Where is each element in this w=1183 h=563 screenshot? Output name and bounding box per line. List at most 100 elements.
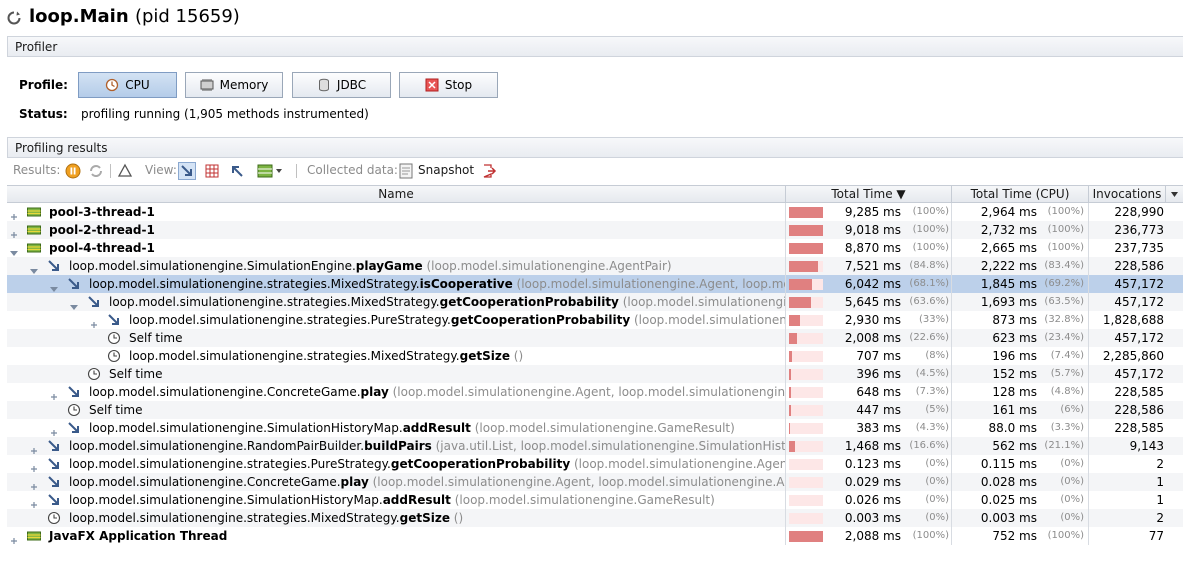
table-row[interactable]: Self time 2,008 ms (22.6%) 623 ms (23.4%) 457… bbox=[7, 329, 1183, 347]
time-bar-fill bbox=[789, 207, 823, 218]
table-row[interactable]: loop.model.simulationengine.strategies.M… bbox=[7, 509, 1183, 527]
time-bar bbox=[789, 315, 823, 326]
node-label: loop.model.simulationengine.SimulationHi… bbox=[69, 493, 715, 507]
table-row[interactable]: pool-3-thread-1 9,285 ms (100%) 2,964 ms (10… bbox=[7, 203, 1183, 221]
memory-chip-icon bbox=[200, 79, 214, 91]
total-time-value: 0.003 ms bbox=[844, 511, 901, 525]
column-header-total-time[interactable]: Total Time ▼ bbox=[786, 186, 952, 203]
expand-toggle-icon[interactable] bbox=[30, 479, 38, 490]
cpu-time-value: 0.028 ms bbox=[980, 475, 1037, 489]
table-row[interactable]: loop.model.simulationengine.strategies.M… bbox=[7, 293, 1183, 311]
node-method: isCooperative bbox=[419, 277, 513, 291]
column-header-name[interactable]: Name bbox=[7, 186, 786, 203]
node-args: () bbox=[509, 349, 524, 363]
pause-icon[interactable] bbox=[64, 162, 82, 180]
delta-icon[interactable] bbox=[116, 162, 134, 180]
table-row[interactable]: loop.model.simulationengine.SimulationEn… bbox=[7, 257, 1183, 275]
column-chooser-icon[interactable] bbox=[256, 162, 286, 180]
node-label: Self time bbox=[109, 367, 162, 381]
node-name: loop.model.simulationengine.RandomPairBu… bbox=[69, 439, 365, 453]
clock-icon bbox=[107, 349, 121, 363]
expand-toggle-icon[interactable] bbox=[30, 461, 38, 472]
name-cell: pool-4-thread-1 bbox=[7, 239, 785, 257]
cpu-time-percent: (4.8%) bbox=[1050, 386, 1084, 397]
node-name: loop.model.simulationengine.strategies.M… bbox=[69, 511, 400, 525]
time-bar bbox=[789, 333, 823, 344]
name-cell: loop.model.simulationengine.ConcreteGame… bbox=[7, 383, 785, 401]
cpu-time-percent: (21.1%) bbox=[1044, 440, 1084, 451]
profiling-results-header: Profiling results bbox=[7, 137, 1183, 158]
memory-button[interactable]: Memory bbox=[185, 72, 283, 98]
collapse-toggle-icon[interactable] bbox=[30, 263, 38, 274]
table-row[interactable]: loop.model.simulationengine.strategies.P… bbox=[7, 311, 1183, 329]
node-method: getCooperationProbability bbox=[450, 313, 631, 327]
total-time-percent: (4.5%) bbox=[915, 368, 949, 379]
expand-toggle-icon[interactable] bbox=[10, 533, 18, 544]
collapse-toggle-icon[interactable] bbox=[10, 245, 18, 256]
column-header-invocations[interactable]: Invocations bbox=[1089, 186, 1166, 203]
time-bar-fill bbox=[789, 405, 791, 416]
expand-toggle-icon[interactable] bbox=[10, 209, 18, 220]
method-icon bbox=[47, 457, 61, 471]
node-label: loop.model.simulationengine.strategies.M… bbox=[129, 349, 523, 363]
export-icon[interactable] bbox=[481, 162, 499, 180]
node-label: loop.model.simulationengine.strategies.P… bbox=[69, 457, 785, 471]
table-row[interactable]: loop.model.simulationengine.ConcreteGame… bbox=[7, 473, 1183, 491]
refresh-results-icon[interactable] bbox=[87, 162, 105, 180]
expand-toggle-icon[interactable] bbox=[50, 425, 58, 436]
cpu-button-label: CPU bbox=[125, 78, 150, 92]
jdbc-button[interactable]: JDBC bbox=[292, 72, 391, 98]
method-icon bbox=[67, 421, 81, 435]
node-args: (loop.model.simulationengine.Agent, loop… bbox=[388, 385, 785, 399]
time-bar-fill bbox=[789, 531, 823, 542]
cpu-time-percent: (0%) bbox=[1060, 476, 1084, 487]
cpu-button[interactable]: CPU bbox=[78, 72, 177, 98]
table-row[interactable]: loop.model.simulationengine.strategies.P… bbox=[7, 455, 1183, 473]
total-time-value: 9,018 ms bbox=[844, 223, 901, 237]
expand-toggle-icon[interactable] bbox=[30, 443, 38, 454]
node-args: (loop.model.simulationengine.A bbox=[633, 313, 785, 327]
table-row[interactable]: loop.model.simulationengine.SimulationHi… bbox=[7, 491, 1183, 509]
time-bar bbox=[789, 387, 823, 398]
table-row[interactable]: pool-2-thread-1 9,018 ms (100%) 2,732 ms (10… bbox=[7, 221, 1183, 239]
time-bar-fill bbox=[789, 243, 823, 254]
total-time-value: 2,008 ms bbox=[844, 331, 901, 345]
name-cell: loop.model.simulationengine.SimulationEn… bbox=[7, 257, 785, 275]
table-row[interactable]: loop.model.simulationengine.ConcreteGame… bbox=[7, 383, 1183, 401]
column-menu-button[interactable] bbox=[1166, 186, 1183, 203]
collapse-toggle-icon[interactable] bbox=[50, 281, 58, 292]
table-row[interactable]: loop.model.simulationengine.SimulationHi… bbox=[7, 419, 1183, 437]
node-label: pool-4-thread-1 bbox=[49, 241, 155, 255]
node-method: getCooperationProbability bbox=[439, 295, 619, 309]
table-row[interactable]: Self time 396 ms (4.5%) 152 ms (5.7%) 457,172 bbox=[7, 365, 1183, 383]
clock-icon bbox=[107, 331, 121, 345]
snapshot-icon[interactable] bbox=[397, 162, 415, 180]
table-row[interactable]: Self time 447 ms (5%) 161 ms (6%) 228,586 bbox=[7, 401, 1183, 419]
node-name: Self time bbox=[129, 331, 183, 345]
node-method: play bbox=[360, 385, 389, 399]
column-header-total-time-cpu[interactable]: Total Time (CPU) bbox=[952, 186, 1089, 203]
thread-icon bbox=[27, 205, 41, 219]
snapshot-button[interactable]: Snapshot bbox=[418, 163, 474, 177]
total-time-value: 5,645 ms bbox=[844, 295, 901, 309]
hot-spots-view-icon[interactable] bbox=[203, 162, 221, 180]
stop-button[interactable]: Stop bbox=[399, 72, 498, 98]
back-traces-view-icon[interactable] bbox=[228, 162, 246, 180]
collapse-toggle-icon[interactable] bbox=[70, 299, 78, 310]
table-row[interactable]: loop.model.simulationengine.strategies.M… bbox=[7, 347, 1183, 365]
time-bar bbox=[789, 261, 823, 272]
table-row[interactable]: loop.model.simulationengine.strategies.M… bbox=[7, 275, 1183, 293]
expand-toggle-icon[interactable] bbox=[90, 317, 98, 328]
table-row[interactable]: loop.model.simulationengine.RandomPairBu… bbox=[7, 437, 1183, 455]
time-bar-fill bbox=[789, 423, 790, 434]
expand-toggle-icon[interactable] bbox=[10, 227, 18, 238]
expand-toggle-icon[interactable] bbox=[30, 497, 38, 508]
call-tree-view-icon[interactable] bbox=[178, 162, 196, 180]
table-row[interactable]: pool-4-thread-1 8,870 ms (100%) 2,665 ms (10… bbox=[7, 239, 1183, 257]
table-row[interactable]: JavaFX Application Thread 2,088 ms (100%) 7… bbox=[7, 527, 1183, 545]
expand-toggle-icon[interactable] bbox=[50, 389, 58, 400]
node-label: loop.model.simulationengine.ConcreteGame… bbox=[69, 475, 785, 489]
cpu-time-value: 196 ms bbox=[992, 349, 1037, 363]
thread-icon bbox=[27, 529, 41, 543]
time-bar bbox=[789, 495, 823, 506]
